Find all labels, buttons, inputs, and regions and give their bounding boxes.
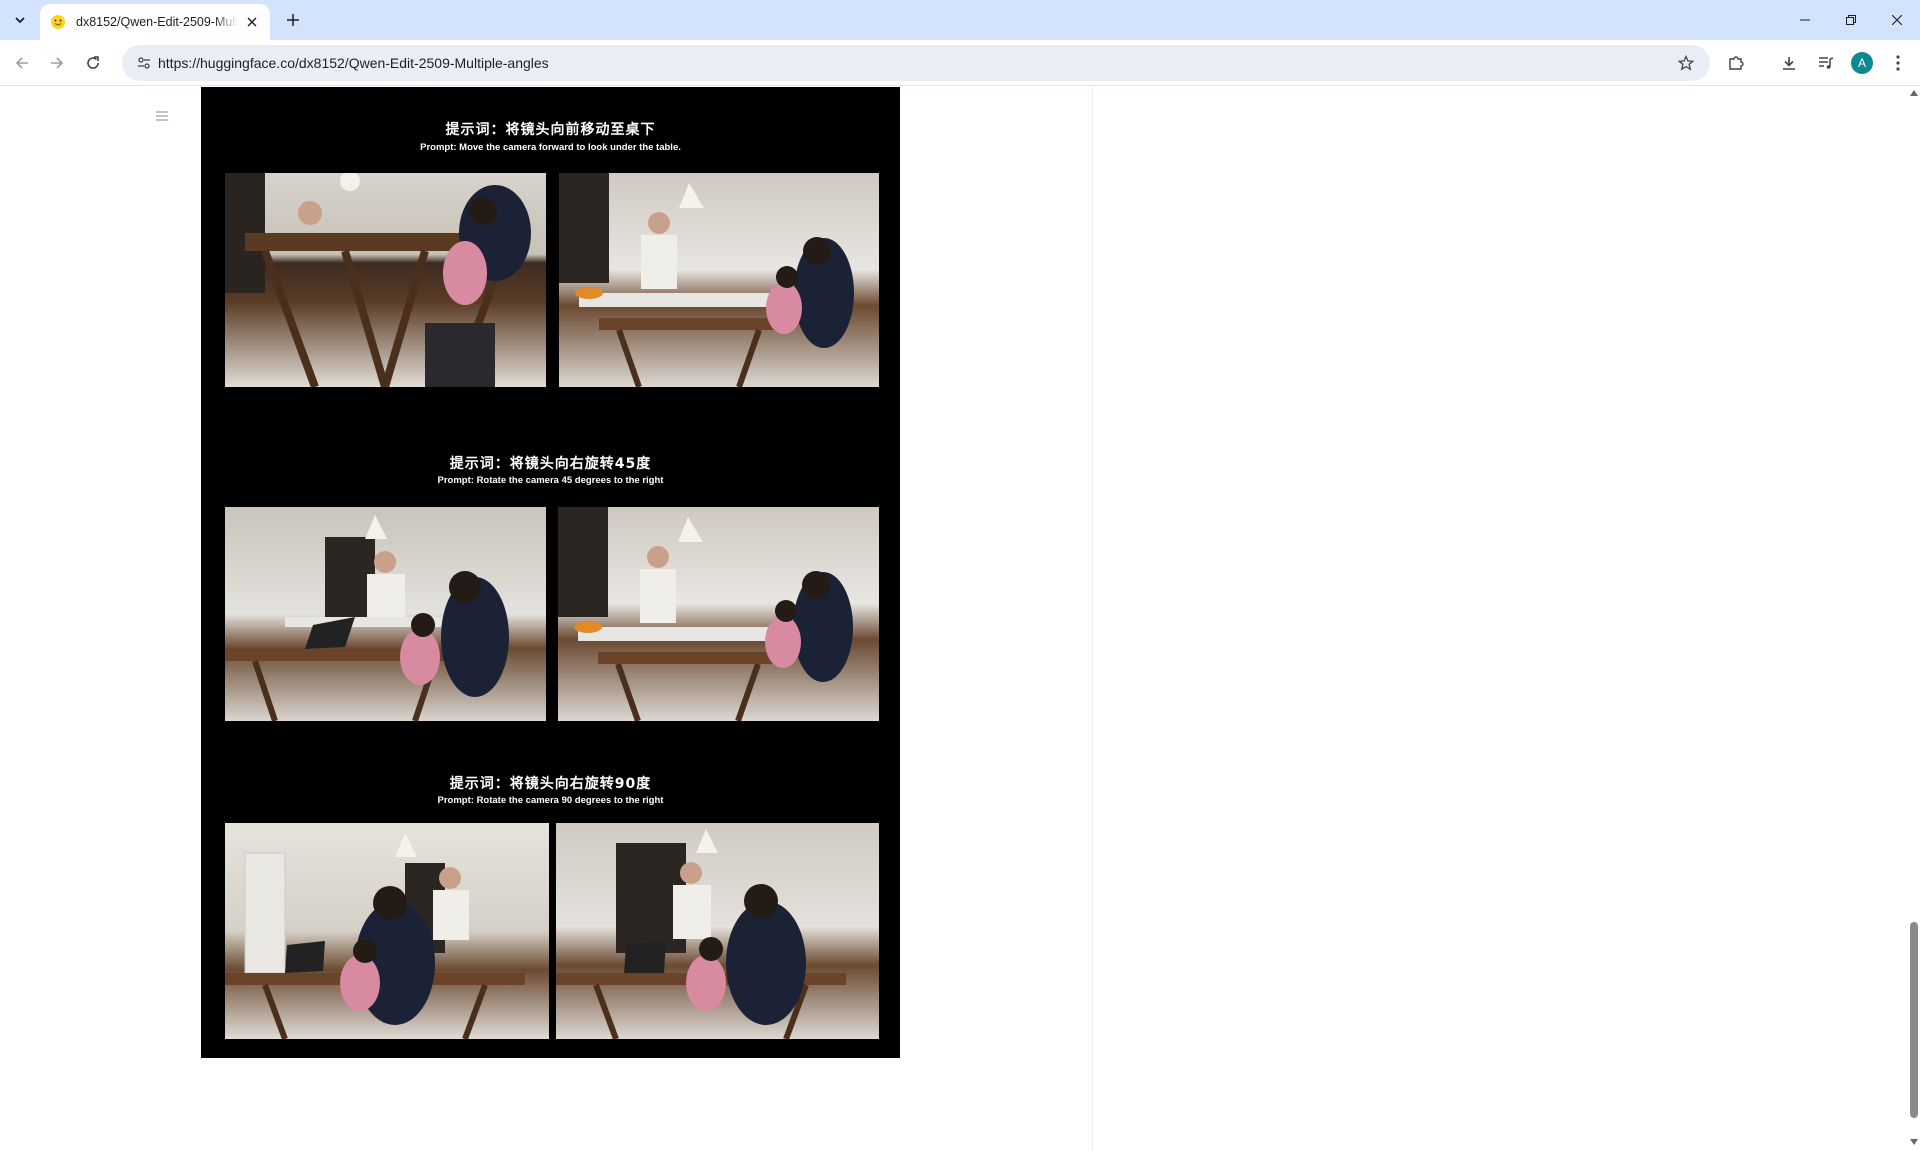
forward-button[interactable]: [42, 48, 72, 78]
chevron-down-icon: [15, 17, 25, 24]
tab-title: dx8152/Qwen-Edit-2509-Multiple-angles: [76, 15, 238, 29]
photo-rotate-90-input: [225, 823, 549, 1039]
list-icon: [156, 111, 168, 121]
browser-toolbar: https://huggingface.co/dx8152/Qwen-Edit-…: [0, 40, 1920, 86]
section-1-title-en: Prompt: Move the camera forward to look …: [420, 142, 681, 153]
tab-close-icon[interactable]: [244, 14, 260, 30]
photo-under-table-output: [559, 173, 879, 387]
minimize-button[interactable]: [1782, 0, 1828, 40]
puzzle-icon: [1729, 56, 1744, 70]
section-2-title-zh: 提示词：将镜头向右旋转45度: [449, 456, 652, 472]
new-tab-button[interactable]: [282, 9, 304, 31]
section-2-title-en: Prompt: Rotate the camera 45 degrees to …: [437, 475, 664, 486]
scrollbar-thumb[interactable]: [1910, 922, 1918, 1118]
scroll-up-arrow-icon[interactable]: [1910, 90, 1918, 96]
star-icon: [1678, 55, 1694, 71]
huggingface-favicon-icon: [51, 15, 65, 29]
download-icon: [1783, 57, 1795, 70]
page-viewport: 提示词：将镜头向前移动至桌下 Prompt: Move the camera f…: [0, 86, 1920, 1151]
back-button[interactable]: [7, 48, 37, 78]
photo-rotate-90-output: [556, 823, 879, 1039]
arrow-right-icon: [51, 57, 64, 69]
restore-button[interactable]: [1828, 0, 1874, 40]
media-controls-button[interactable]: [1811, 48, 1841, 78]
photo-rotate-45-input: [225, 507, 546, 721]
profile-avatar[interactable]: A: [1851, 52, 1873, 74]
extensions-button[interactable]: [1721, 48, 1751, 78]
reload-icon: [87, 56, 99, 69]
section-3-title-en: Prompt: Rotate the camera 90 degrees to …: [437, 795, 664, 806]
tab-active[interactable]: dx8152/Qwen-Edit-2509-Multiple-angles: [40, 4, 270, 40]
photo-under-table-input: [225, 173, 546, 387]
address-bar[interactable]: https://huggingface.co/dx8152/Qwen-Edit-…: [122, 45, 1710, 81]
page-scrollbar[interactable]: [1908, 86, 1920, 1151]
close-window-button[interactable]: [1874, 0, 1920, 40]
close-icon: [1892, 15, 1902, 25]
arrow-left-icon: [15, 57, 28, 69]
browser-title-bar: dx8152/Qwen-Edit-2509-Multiple-angles: [0, 0, 1920, 40]
tune-icon: [138, 57, 150, 69]
downloads-button[interactable]: [1774, 48, 1804, 78]
multi-angle-figure: 提示词：将镜头向前移动至桌下 Prompt: Move the camera f…: [201, 87, 900, 1058]
tab-search-button[interactable]: [7, 8, 33, 32]
scroll-down-arrow-icon[interactable]: [1910, 1139, 1918, 1145]
section-3-title-zh: 提示词：将镜头向右旋转90度: [449, 776, 652, 792]
table-of-contents-button[interactable]: [154, 108, 170, 124]
url-text[interactable]: https://huggingface.co/dx8152/Qwen-Edit-…: [158, 45, 549, 81]
column-divider: [1092, 86, 1093, 1151]
photo-rotate-45-output: [558, 507, 879, 721]
bookmark-button[interactable]: [1672, 49, 1700, 77]
reload-button[interactable]: [78, 48, 108, 78]
menu-button[interactable]: [1883, 48, 1913, 78]
playlist-music-icon: [1819, 57, 1834, 69]
restore-icon: [1846, 15, 1856, 25]
site-info-button[interactable]: [130, 49, 158, 77]
minimize-icon: [1800, 19, 1810, 21]
plus-icon: [287, 14, 299, 26]
kebab-menu-icon: [1896, 55, 1900, 71]
section-1-title-zh: 提示词：将镜头向前移动至桌下: [445, 122, 656, 138]
